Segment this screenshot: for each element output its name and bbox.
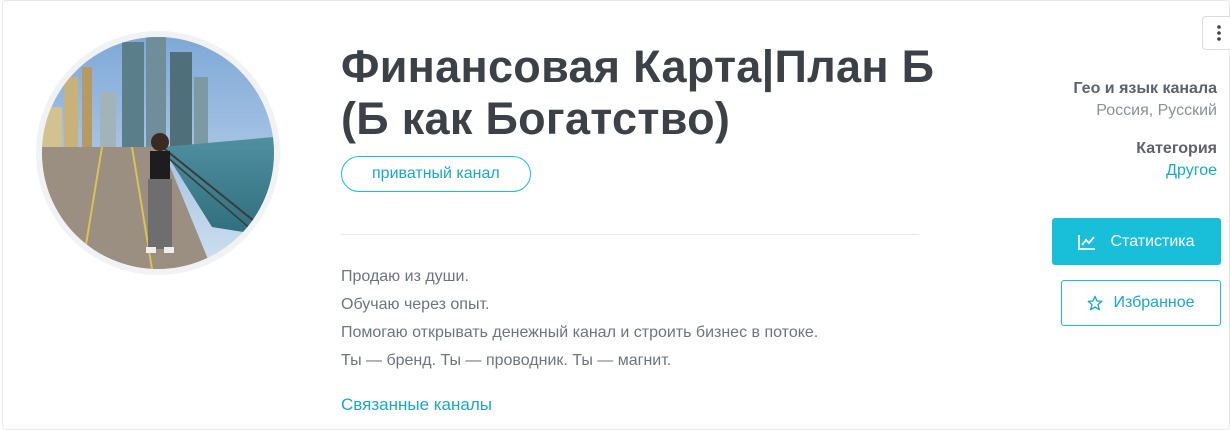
channel-description: Продаю из души. Обучаю через опыт. Помог… (341, 263, 941, 375)
geo-value: Россия, Русский (1096, 102, 1217, 119)
description-line: Помогаю открывать денежный канал и строи… (341, 324, 819, 341)
divider (341, 234, 919, 235)
avatar (36, 31, 280, 275)
channel-avatar-photo (42, 37, 274, 269)
channel-meta: Гео и язык канала Россия, Русский Катего… (1073, 78, 1217, 182)
statistics-button[interactable]: Статистика (1052, 218, 1221, 265)
favorite-button[interactable]: Избранное (1061, 280, 1221, 326)
description-line: Ты — бренд. Ты — проводник. Ты — магнит. (341, 352, 672, 369)
favorite-button-label: Избранное (1113, 294, 1195, 311)
more-vertical-icon (1217, 25, 1221, 41)
description-line: Обучаю через опыт. (341, 296, 490, 313)
channel-title: Финансовая Карта|План Б (Б как Богатство… (341, 41, 935, 144)
private-channel-badge[interactable]: приватный канал (341, 156, 531, 192)
more-options-button[interactable] (1202, 16, 1230, 50)
description-line: Продаю из души. (341, 268, 469, 285)
channel-card: Финансовая Карта|План Б (Б как Богатство… (2, 0, 1230, 430)
line-chart-icon (1078, 234, 1096, 250)
star-icon (1087, 295, 1103, 311)
statistics-button-label: Статистика (1110, 232, 1195, 250)
category-label: Категория (1136, 140, 1217, 157)
related-channels-link[interactable]: Связанные каналы (341, 395, 492, 415)
geo-label: Гео и язык канала (1073, 80, 1217, 97)
category-value-link[interactable]: Другое (1073, 160, 1217, 182)
